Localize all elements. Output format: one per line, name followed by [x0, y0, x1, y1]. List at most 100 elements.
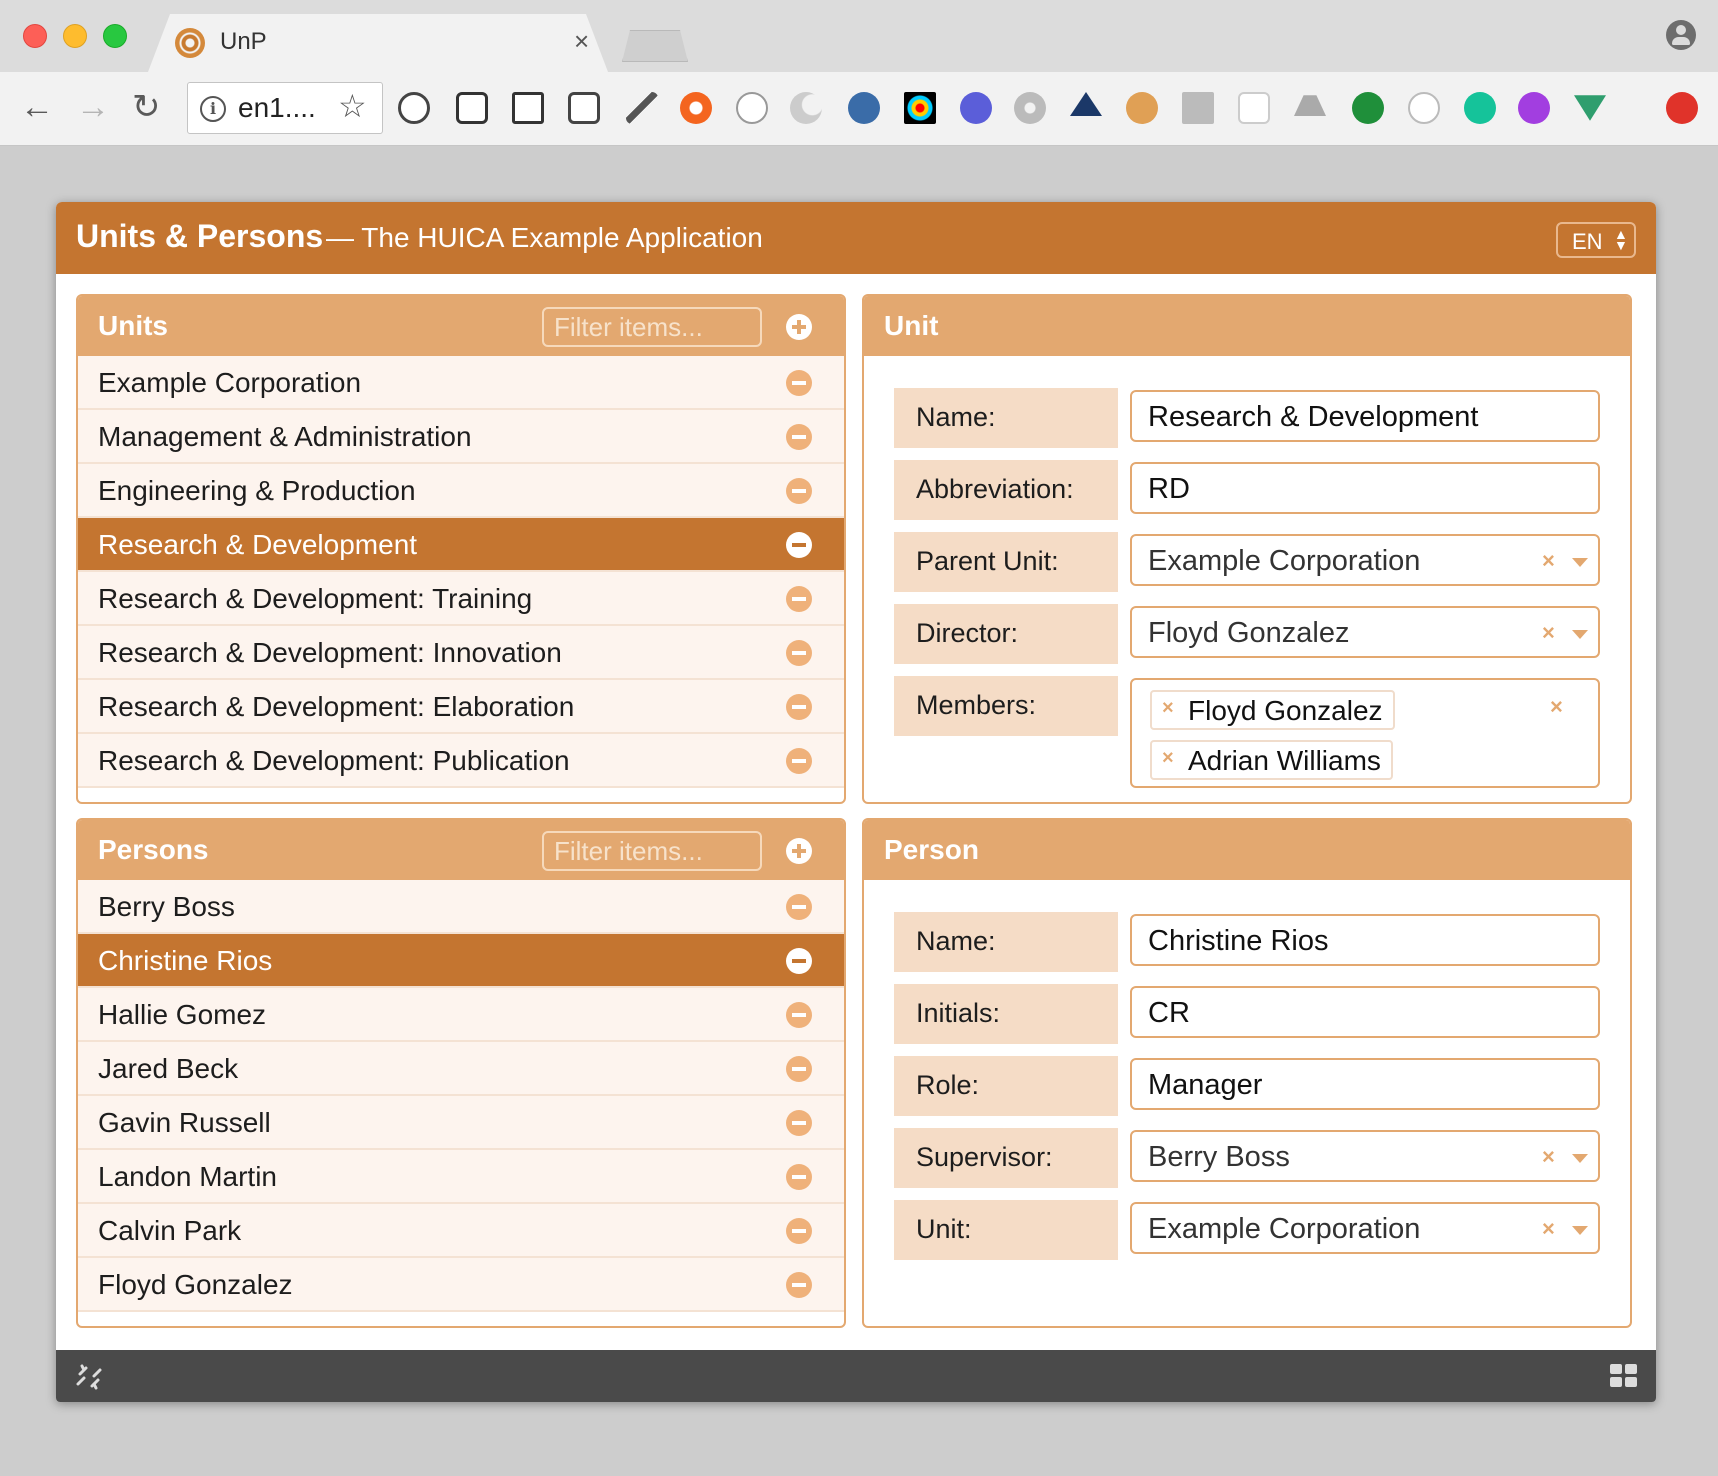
list-item[interactable]: Research & Development: Publication [78, 734, 844, 788]
list-item[interactable]: Example Corporation [78, 356, 844, 410]
remove-icon[interactable] [786, 370, 812, 396]
list-item[interactable]: Hallie Gomez [78, 988, 844, 1042]
persons-filter-input[interactable] [542, 831, 762, 871]
unit-abbreviation-field[interactable]: RD [1130, 462, 1600, 514]
list-item-selected[interactable]: Christine Rios [78, 934, 844, 988]
window-zoom-button[interactable] [103, 24, 127, 48]
unit-parent-label: Parent Unit: [894, 532, 1118, 592]
remove-icon[interactable] [786, 586, 812, 612]
lifebuoy-icon[interactable] [680, 92, 712, 124]
language-select[interactable]: EN ▲ ▼ [1556, 222, 1636, 258]
list-item[interactable]: Gavin Russell [78, 1096, 844, 1150]
window-minimize-button[interactable] [63, 24, 87, 48]
list-item[interactable]: Research & Development: Training [78, 572, 844, 626]
remove-icon[interactable] [786, 1218, 812, 1244]
url-text[interactable]: en1.... [238, 92, 316, 124]
remove-icon[interactable] [786, 748, 812, 774]
person-detail-title: Person [884, 834, 979, 865]
profile-icon[interactable] [1666, 20, 1696, 50]
clear-icon[interactable]: × [1542, 1144, 1555, 1170]
unit-members-label: Members: [894, 676, 1118, 736]
clear-icon[interactable]: × [1542, 1216, 1555, 1242]
browser-tab-active[interactable] [148, 14, 608, 72]
list-item[interactable]: Calvin Park [78, 1204, 844, 1258]
person-unit-select[interactable]: Example Corporation × [1130, 1202, 1600, 1254]
unit-members-multiselect[interactable]: × Floyd Gonzalez × Adrian Williams × [1130, 678, 1600, 788]
gear-icon[interactable] [1014, 92, 1046, 124]
window-close-button[interactable] [23, 24, 47, 48]
remove-icon[interactable] [786, 640, 812, 666]
tab-close-icon[interactable]: × [574, 26, 589, 56]
reload-icon[interactable]: ↻ [132, 88, 161, 126]
bookmark-star-icon[interactable]: ☆ [338, 88, 367, 124]
person-supervisor-select[interactable]: Berry Boss × [1130, 1130, 1600, 1182]
ws-icon[interactable] [960, 92, 992, 124]
cookie-icon[interactable] [1126, 92, 1158, 124]
clipper-icon[interactable] [1182, 92, 1214, 124]
list-item[interactable]: Research & Development: Innovation [78, 626, 844, 680]
list-item-selected[interactable]: Research & Development [78, 518, 844, 572]
remove-icon[interactable] [786, 1002, 812, 1028]
units-filter-input[interactable] [542, 307, 762, 347]
a-icon[interactable] [1408, 92, 1440, 124]
clear-icon[interactable]: × [1542, 620, 1555, 646]
new-tab-button[interactable] [622, 30, 688, 62]
grammarly-icon[interactable] [1464, 92, 1496, 124]
grid-icon[interactable] [1610, 1364, 1638, 1388]
remove-icon[interactable] [786, 694, 812, 720]
chevron-down-icon[interactable] [1572, 1226, 1588, 1235]
member-chip: × Floyd Gonzalez [1150, 690, 1395, 730]
disconnect-icon[interactable] [74, 1362, 104, 1397]
unit-director-select[interactable]: Floyd Gonzalez × [1130, 606, 1600, 658]
site-info-icon[interactable]: i [200, 96, 226, 122]
list-item-label: Jared Beck [98, 1053, 239, 1084]
clear-all-icon[interactable]: × [1550, 694, 1563, 720]
recycle-icon[interactable] [398, 92, 430, 124]
chevron-down-icon[interactable] [1572, 1154, 1588, 1163]
eyedropper-icon[interactable] [626, 92, 658, 124]
reader-icon[interactable] [568, 92, 600, 124]
add-unit-icon[interactable] [786, 314, 812, 340]
remove-chip-icon[interactable]: × [1162, 697, 1174, 720]
add-person-icon[interactable] [786, 838, 812, 864]
chevron-down-icon[interactable] [1572, 558, 1588, 567]
list-item[interactable]: Engineering & Production [78, 464, 844, 518]
remove-icon[interactable] [786, 1164, 812, 1190]
json-icon[interactable] [736, 92, 768, 124]
remove-icon[interactable] [786, 948, 812, 974]
forward-icon[interactable]: → [76, 88, 110, 126]
unit-parent-select[interactable]: Example Corporation × [1130, 534, 1600, 586]
clear-icon[interactable]: × [1542, 548, 1555, 574]
list-item[interactable]: Management & Administration [78, 410, 844, 464]
list-item[interactable]: Landon Martin [78, 1150, 844, 1204]
unit-name-field[interactable]: Research & Development [1130, 390, 1600, 442]
remove-chip-icon[interactable]: × [1162, 747, 1174, 770]
remove-icon[interactable] [786, 894, 812, 920]
back-icon[interactable]: ← [20, 88, 54, 126]
person-name-row: Name: Christine Rios [894, 912, 1604, 972]
upload-icon[interactable] [1666, 92, 1698, 124]
person-role-field[interactable]: Manager [1130, 1058, 1600, 1110]
person-name-field[interactable]: Christine Rios [1130, 914, 1600, 966]
list-item[interactable]: Berry Boss [78, 880, 844, 934]
remove-icon[interactable] [786, 1056, 812, 1082]
person-initials-field[interactable]: CR [1130, 986, 1600, 1038]
cast-icon[interactable] [512, 92, 544, 124]
color-wheel-icon[interactable] [904, 92, 936, 124]
chevron-down-icon[interactable] [1572, 630, 1588, 639]
remove-icon[interactable] [786, 1110, 812, 1136]
list-item[interactable]: Floyd Gonzalez [78, 1258, 844, 1312]
moon-icon[interactable] [790, 92, 822, 124]
graph-icon[interactable] [1238, 92, 1270, 124]
magnifier-icon[interactable] [1352, 92, 1384, 124]
cloud-badge-icon[interactable] [848, 92, 880, 124]
robot-icon[interactable] [1518, 92, 1550, 124]
remove-icon[interactable] [786, 1272, 812, 1298]
remove-icon[interactable] [786, 532, 812, 558]
list-item[interactable]: Research & Development: Elaboration [78, 680, 844, 734]
unit-parent-row: Parent Unit: Example Corporation × [894, 532, 1604, 592]
screenshot-icon[interactable] [456, 92, 488, 124]
list-item[interactable]: Jared Beck [78, 1042, 844, 1096]
remove-icon[interactable] [786, 424, 812, 450]
remove-icon[interactable] [786, 478, 812, 504]
